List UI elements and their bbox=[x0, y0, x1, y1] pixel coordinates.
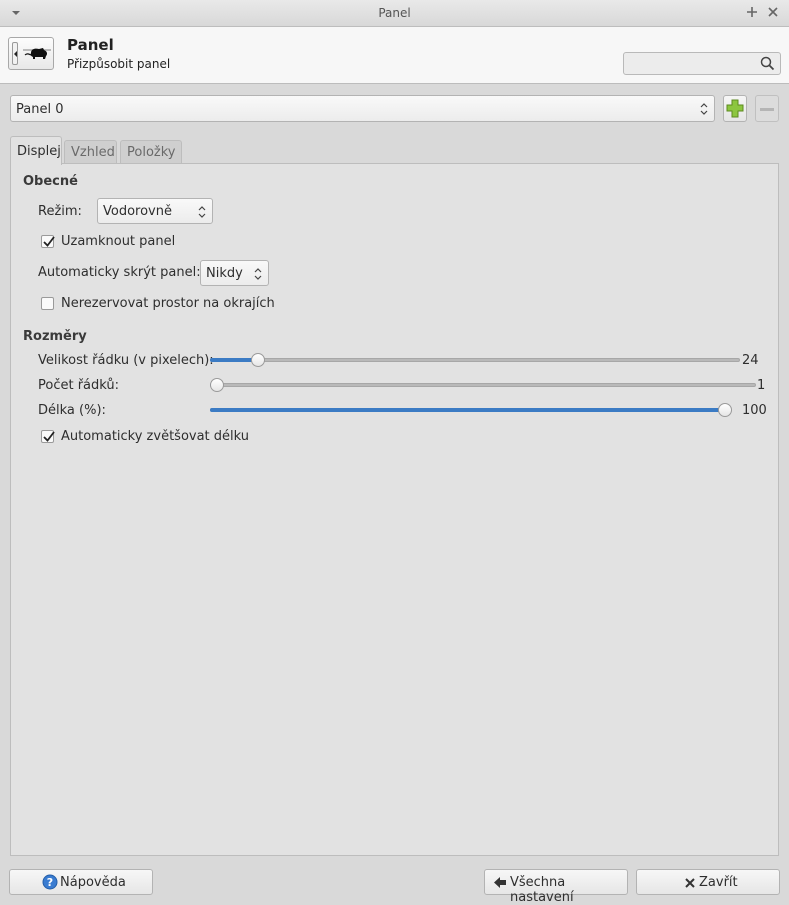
help-button[interactable]: ? Nápověda bbox=[9, 869, 153, 895]
window-title: Panel bbox=[378, 6, 411, 20]
length-slider[interactable] bbox=[210, 398, 732, 422]
close-x-icon bbox=[685, 878, 695, 888]
row-size-value: 24 bbox=[742, 353, 759, 368]
panel-mouse-icon bbox=[23, 48, 51, 59]
slider-handle[interactable] bbox=[251, 353, 266, 367]
tab-displej-label: Displej bbox=[17, 144, 61, 159]
panel-selector-value: Panel 0 bbox=[16, 102, 64, 117]
tab-page-displej: Obecné Režim: Vodorovně Uzamknout panel … bbox=[10, 163, 779, 856]
lock-panel-checkbox[interactable] bbox=[41, 235, 55, 248]
no-reserve-label[interactable]: Nerezervovat prostor na okrajích bbox=[61, 296, 275, 311]
remove-panel-button[interactable] bbox=[755, 95, 779, 122]
header-subtitle: Přizpůsobit panel bbox=[67, 57, 171, 71]
help-button-label: Nápověda bbox=[60, 875, 126, 890]
rows-slider[interactable] bbox=[210, 373, 756, 397]
autohide-label: Automaticky skrýt panel: bbox=[38, 265, 201, 280]
tab-polozky[interactable]: Položky bbox=[120, 140, 182, 164]
window-titlebar: Panel bbox=[0, 0, 789, 27]
autogrow-checkbox[interactable] bbox=[41, 430, 55, 443]
tab-vzhled[interactable]: Vzhled bbox=[64, 140, 117, 164]
plus-icon bbox=[726, 99, 744, 118]
svg-text:?: ? bbox=[47, 876, 53, 889]
slider-track bbox=[210, 383, 756, 387]
section-heading-dimensions: Rozměry bbox=[23, 329, 87, 344]
autohide-select-value: Nikdy bbox=[206, 266, 243, 281]
lock-panel-label[interactable]: Uzamknout panel bbox=[61, 234, 175, 249]
updown-icon bbox=[198, 206, 206, 218]
all-settings-button-label: Všechna nastavení bbox=[510, 875, 574, 905]
back-arrow-icon bbox=[12, 42, 18, 65]
settings-header: Panel Přizpůsobit panel bbox=[0, 27, 789, 84]
rows-label: Počet řádků: bbox=[38, 378, 120, 393]
close-button-label: Zavřít bbox=[699, 875, 738, 890]
slider-fill bbox=[210, 408, 725, 412]
checkmark-icon bbox=[43, 236, 55, 247]
all-settings-button[interactable]: Všechna nastavení bbox=[484, 869, 628, 905]
header-title: Panel bbox=[67, 36, 114, 54]
mode-select-value: Vodorovně bbox=[103, 204, 172, 219]
arrow-left-icon bbox=[494, 877, 506, 888]
add-panel-button[interactable] bbox=[723, 95, 747, 122]
row-size-label: Velikost řádku (v pixelech): bbox=[38, 353, 214, 368]
section-heading-general: Obecné bbox=[23, 174, 78, 189]
mode-select[interactable]: Vodorovně bbox=[97, 198, 213, 224]
back-button[interactable] bbox=[8, 37, 54, 70]
tab-vzhled-label: Vzhled bbox=[71, 145, 115, 160]
panel-selector[interactable]: Panel 0 bbox=[10, 95, 715, 122]
length-value: 100 bbox=[742, 403, 767, 418]
slider-handle[interactable] bbox=[210, 378, 224, 392]
tab-polozky-label: Položky bbox=[127, 145, 176, 160]
no-reserve-checkbox[interactable] bbox=[41, 297, 54, 310]
close-icon[interactable] bbox=[766, 5, 780, 19]
length-label: Délka (%): bbox=[38, 403, 106, 418]
updown-icon bbox=[254, 268, 262, 280]
search-icon bbox=[760, 56, 775, 71]
tab-displej[interactable]: Displej bbox=[10, 136, 62, 165]
close-button[interactable]: Zavřít bbox=[636, 869, 780, 895]
slider-track bbox=[210, 358, 740, 362]
autohide-select[interactable]: Nikdy bbox=[200, 260, 269, 286]
updown-icon bbox=[700, 103, 708, 115]
row-size-slider[interactable] bbox=[210, 348, 740, 372]
mode-label: Režim: bbox=[38, 204, 82, 219]
maximize-icon[interactable] bbox=[745, 5, 759, 19]
rows-value: 1 bbox=[757, 378, 766, 393]
checkmark-icon bbox=[43, 431, 55, 442]
autogrow-label[interactable]: Automaticky zvětšovat délku bbox=[61, 429, 249, 444]
help-icon: ? bbox=[42, 874, 58, 890]
slider-handle[interactable] bbox=[718, 403, 732, 417]
search-input[interactable] bbox=[623, 52, 781, 75]
